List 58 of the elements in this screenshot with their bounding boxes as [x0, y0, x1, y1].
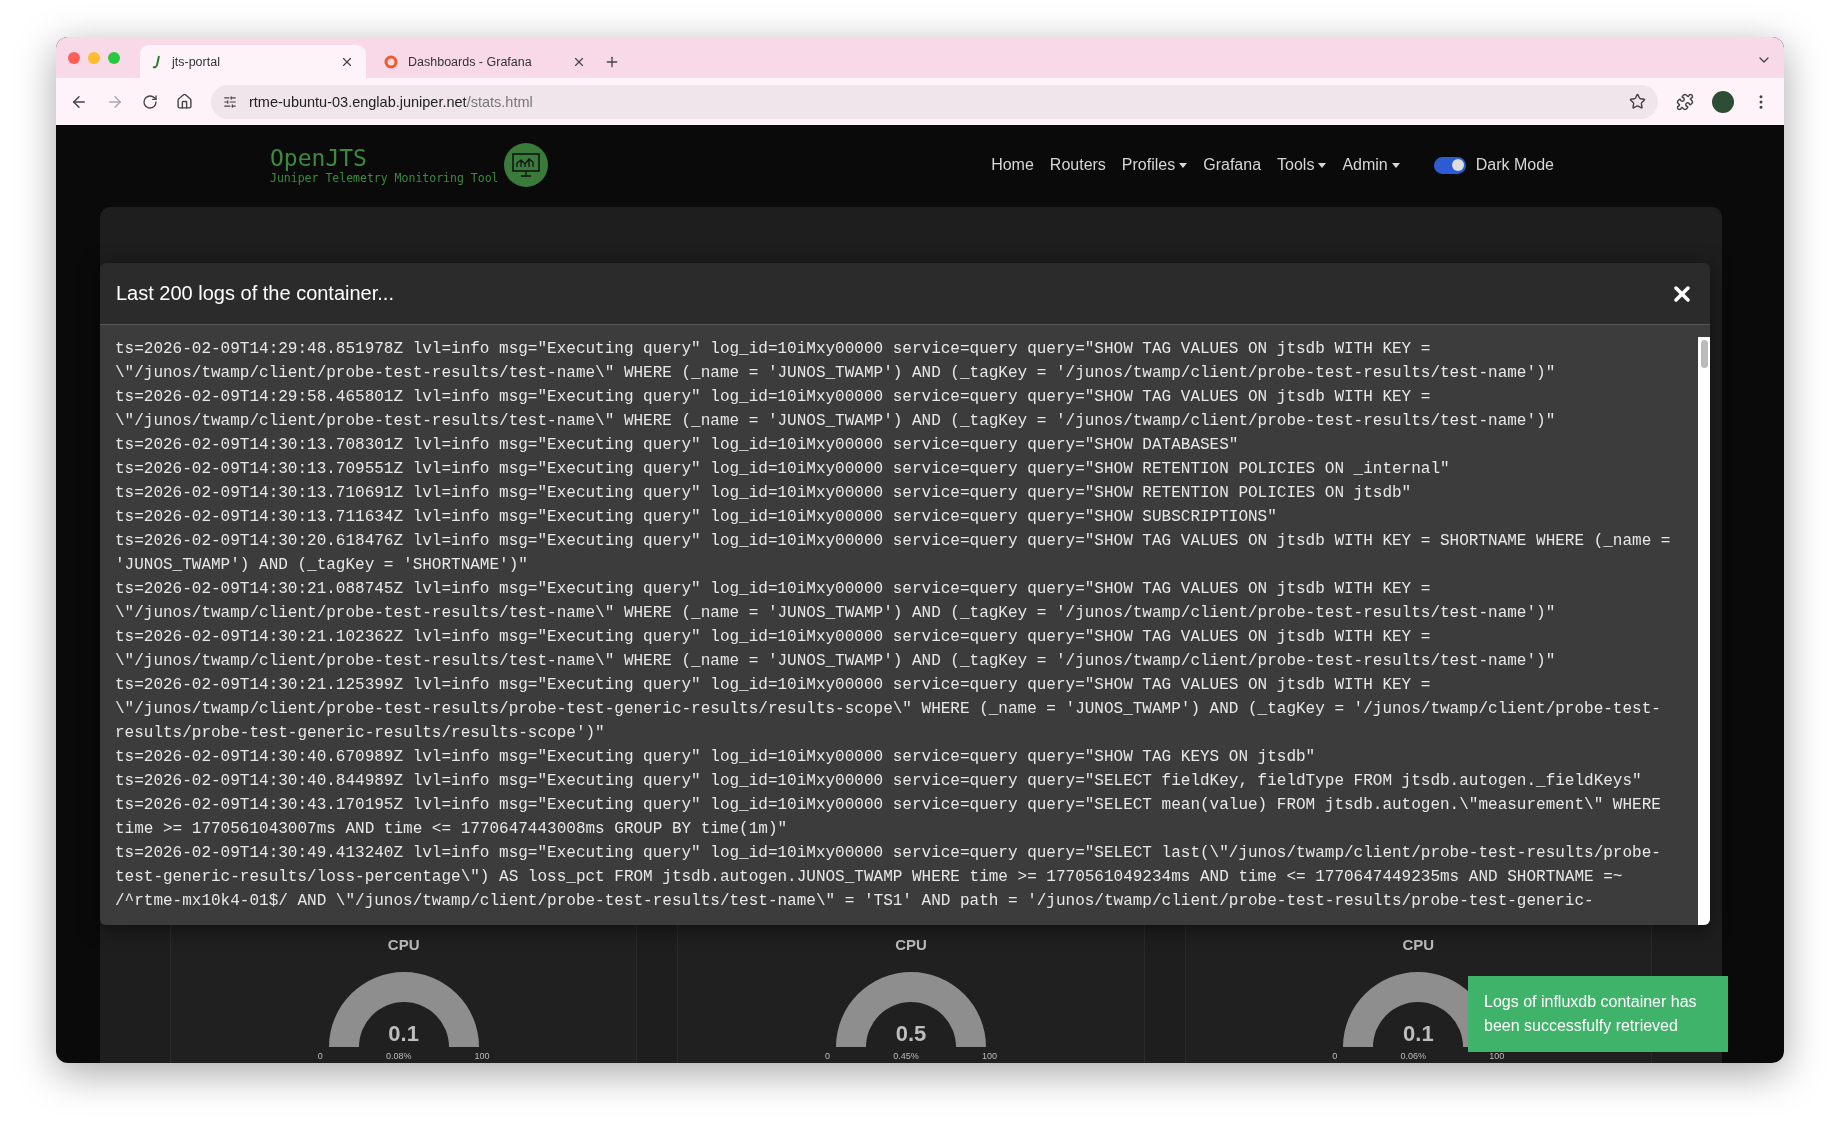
home-icon[interactable]	[176, 93, 193, 110]
log-line: ts=2026-02-09T14:30:13.711634Z lvl=info msg="Executing query" log_id=10iMxy00000 service=query query="SHOW SUBSCRIPTIONS"	[115, 507, 1278, 528]
caret-icon	[1179, 162, 1188, 168]
gauge-value: 0.5	[895, 1021, 927, 1047]
dialog-title: Last 200 logs of the container...	[116, 282, 395, 305]
gauge-value: 0.1	[1403, 1021, 1434, 1047]
log-line: ts=2026-02-09T14:30:49.413240Z lvl=info msg="Executing query" log_id=10iMxy00000 service=query query="SELECT last(\"/junos/twamp/client/probe-test-results/probe-test-generic-results/loss-percentage\") AS loss_pct FROM jtsdb.autogen.JUNOS_TWAMP WHERE time >= 1770561049234ms AND time <= 1770647449235ms AND SHORTNAME =~ /^rtme-mx10k4-01$/ AND \"/junos/twamp/client/probe-test-results/test-name\" = 'TS1' AND path = '/junos/twamp/client/probe-test-results/probe-test-generic-	[115, 843, 1662, 912]
nav-link[interactable]: Routers	[1049, 156, 1106, 174]
browser-tab[interactable]: jts-portal	[140, 45, 366, 78]
gauge-value: 0.1	[388, 1021, 419, 1047]
reload-icon[interactable]	[142, 93, 158, 110]
log-line: ts=2026-02-09T14:30:13.709551Z lvl=info msg="Executing query" log_id=10iMxy00000 service=query query="SHOW RETENTION POLICIES ON _internal"	[115, 459, 1451, 480]
gauge-percent: 0.08%	[385, 1051, 412, 1061]
caret-icon	[1391, 162, 1400, 168]
success-toast: Logs of influxdb container has been successfulfy retrieved	[1468, 976, 1728, 1052]
gauge-title: CPU	[895, 936, 927, 953]
gauge-title: CPU	[387, 936, 420, 953]
gauge-max: 100	[474, 1051, 490, 1061]
address-bar[interactable]: rtme-ubuntu-03.englab.juniper.net/stats.html	[211, 84, 1658, 119]
gauge-percent: 0.06%	[1400, 1051, 1427, 1061]
avatar-circle[interactable]	[1712, 90, 1734, 113]
puzzle-icon[interactable]	[1676, 92, 1694, 111]
star-icon[interactable]	[1629, 93, 1646, 110]
nav-link[interactable]: Admin	[1342, 156, 1400, 174]
gauge-percent: 0.45%	[893, 1051, 919, 1061]
gauge-min: 0	[825, 1051, 830, 1061]
nav-link[interactable]: Tools	[1277, 156, 1327, 174]
scrollbar[interactable]	[1698, 337, 1710, 925]
log-line: ts=2026-02-09T14:30:13.708301Z lvl=info msg="Executing query" log_id=10iMxy00000 service=query query="SHOW DATABASES"	[115, 435, 1240, 456]
browser-tab[interactable]: Dashboards - Grafana	[372, 45, 598, 78]
dark-mode-label: Dark Mode	[1475, 156, 1554, 174]
log-line: ts=2026-02-09T14:30:21.102362Z lvl=info msg="Executing query" log_id=10iMxy00000 service=query query="SHOW TAG VALUES ON jtsdb WITH KEY = \"/junos/twamp/client/probe-test-results/test-name\" WHERE (_name = 'JUNOS_TWAMP') AND (_tagKey = '/junos/twamp/client/probe-test-results/test-name')"	[115, 627, 1557, 672]
sliders-icon[interactable]	[223, 94, 237, 109]
log-line: ts=2026-02-09T14:29:58.465801Z lvl=info msg="Executing query" log_id=10iMxy00000 service=query query="SHOW TAG VALUES ON jtsdb WITH KEY = \"/junos/twamp/client/probe-test-results/test-name\" WHERE (_name = 'JUNOS_TWAMP') AND (_tagKey = '/junos/twamp/client/probe-test-results/test-name')"	[115, 387, 1557, 432]
monitor-chart-icon	[504, 143, 549, 187]
nav-link[interactable]: Home	[991, 156, 1034, 174]
dark-mode-switch[interactable]	[1433, 156, 1466, 174]
swirl-logo-icon	[384, 54, 398, 69]
hook-logo-icon	[152, 54, 162, 69]
brand-title: OpenJTS	[270, 145, 367, 171]
gauge-title: CPU	[1402, 936, 1435, 953]
log-line: ts=2026-02-09T14:30:21.125399Z lvl=info msg="Executing query" log_id=10iMxy00000 service=query query="SHOW TAG VALUES ON jtsdb WITH KEY = \"/junos/twamp/client/probe-test-results/probe-test-generic-results/results-scope\" WHERE (_name = 'JUNOS_TWAMP') AND (_tagKey = '/junos/twamp/client/probe-test-results/probe-test-generic-results/results-scope')"	[115, 675, 1662, 744]
brand-subtitle: Juniper Telemetry Monitoring Tool	[270, 171, 499, 185]
log-line: ts=2026-02-09T14:30:43.170195Z lvl=info msg="Executing query" log_id=10iMxy00000 service=query query="SELECT mean(value) FROM jtsdb.autogen.\"measurement\" WHERE time >= 1770561043007ms AND time <= 1770647443008ms GROUP BY time(1m)"	[115, 795, 1662, 840]
log-line: ts=2026-02-09T14:30:21.088745Z lvl=info msg="Executing query" log_id=10iMxy00000 service=query query="SHOW TAG VALUES ON jtsdb WITH KEY = \"/junos/twamp/client/probe-test-results/test-name\" WHERE (_name = 'JUNOS_TWAMP') AND (_tagKey = '/junos/twamp/client/probe-test-results/test-name')"	[115, 579, 1557, 624]
url-text: rtme-ubuntu-03.englab.juniper.net/stats.html	[249, 93, 533, 110]
log-line: ts=2026-02-09T14:30:20.618476Z lvl=info msg="Executing query" log_id=10iMxy00000 service=query query="SHOW TAG VALUES ON jtsdb WITH KEY = SHORTNAME WHERE (_name = 'JUNOS_TWAMP') AND (_tagKey = 'SHORTNAME')"	[115, 531, 1672, 576]
gauge-max: 100	[981, 1051, 997, 1061]
log-line: ts=2026-02-09T14:30:13.710691Z lvl=info msg="Executing query" log_id=10iMxy00000 service=query query="SHOW RETENTION POLICIES ON jtsdb"	[115, 483, 1413, 504]
gauge-min: 0	[317, 1051, 323, 1061]
caret-icon	[1318, 162, 1327, 168]
gauge-min: 0	[1332, 1051, 1338, 1061]
log-line: ts=2026-02-09T14:30:40.844989Z lvl=info msg="Executing query" log_id=10iMxy00000 service=query query="SELECT fieldKey, fieldType FROM jtsdb.autogen._fieldKeys"	[115, 771, 1643, 792]
gauge-max: 100	[1489, 1051, 1505, 1061]
nav-link[interactable]: Grafana	[1203, 156, 1262, 174]
log-line: ts=2026-02-09T14:30:40.670989Z lvl=info msg="Executing query" log_id=10iMxy00000 service=query query="SHOW TAG KEYS ON jtsdb"	[115, 747, 1317, 768]
nav-link[interactable]: Profiles	[1121, 156, 1188, 174]
log-line: ts=2026-02-09T14:29:48.851978Z lvl=info msg="Executing query" log_id=10iMxy00000 service=query query="SHOW TAG VALUES ON jtsdb WITH KEY = \"/junos/twamp/client/probe-test-results/test-name\" WHERE (_name = 'JUNOS_TWAMP') AND (_tagKey = '/junos/twamp/client/probe-test-results/test-name')"	[115, 339, 1557, 384]
